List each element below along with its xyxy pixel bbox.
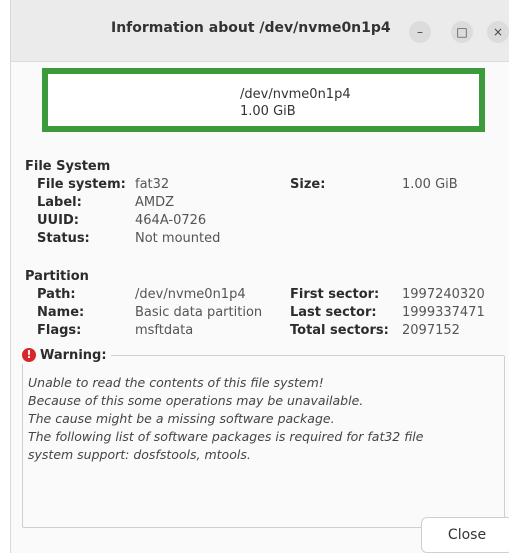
total-sectors-value: 2097152 xyxy=(402,323,460,338)
uuid-value: 464A-0726 xyxy=(135,213,207,228)
info-dialog: Information about /dev/nvme0n1p4 – □ × /… xyxy=(10,0,509,553)
warning-line: Because of this some operations may be u… xyxy=(28,393,364,408)
size-value: 1.00 GiB xyxy=(402,177,458,192)
title-bar[interactable]: Information about /dev/nvme0n1p4 – □ × xyxy=(11,0,509,62)
file-system-section-title: File System xyxy=(25,159,111,174)
status-value: Not mounted xyxy=(135,231,221,246)
partition-section-title: Partition xyxy=(25,269,89,284)
name-label: Name: xyxy=(37,305,85,320)
flags-label: Flags: xyxy=(37,323,82,338)
warning-line: system support: dosfstools, mtools. xyxy=(28,447,251,462)
flags-value: msftdata xyxy=(135,323,194,338)
file-system-label: File system: xyxy=(37,177,126,192)
label-label: Label: xyxy=(37,195,82,210)
path-value: /dev/nvme0n1p4 xyxy=(135,287,246,302)
maximize-button[interactable]: □ xyxy=(451,21,473,43)
dialog-content: /dev/nvme0n1p4 1.00 GiB File System File… xyxy=(11,62,509,553)
warning-line: The cause might be a missing software pa… xyxy=(28,411,335,426)
last-sector-value: 1999337471 xyxy=(402,305,485,320)
warning-line: Unable to read the contents of this file… xyxy=(28,375,324,390)
file-system-value: fat32 xyxy=(135,177,170,192)
total-sectors-label: Total sectors: xyxy=(290,323,389,338)
minimize-button[interactable]: – xyxy=(409,21,431,43)
uuid-label: UUID: xyxy=(37,213,79,228)
partition-graphic: /dev/nvme0n1p4 1.00 GiB xyxy=(42,68,485,132)
device-size: 1.00 GiB xyxy=(240,104,296,119)
close-button[interactable]: Close xyxy=(421,517,509,553)
label-value: AMDZ xyxy=(135,195,175,210)
first-sector-label: First sector: xyxy=(290,287,380,302)
warning-header: ! Warning: xyxy=(22,346,111,364)
device-path: /dev/nvme0n1p4 xyxy=(240,87,351,102)
warning-title: Warning: xyxy=(40,347,107,363)
size-label: Size: xyxy=(290,177,326,192)
path-label: Path: xyxy=(37,287,76,302)
last-sector-label: Last sector: xyxy=(290,305,377,320)
name-value: Basic data partition xyxy=(135,305,263,320)
status-label: Status: xyxy=(37,231,90,246)
warning-line: The following list of software packages … xyxy=(28,429,424,444)
window-close-button[interactable]: × xyxy=(487,21,509,43)
first-sector-value: 1997240320 xyxy=(402,287,485,302)
window-title: Information about /dev/nvme0n1p4 xyxy=(111,20,391,36)
warning-icon: ! xyxy=(22,348,36,362)
